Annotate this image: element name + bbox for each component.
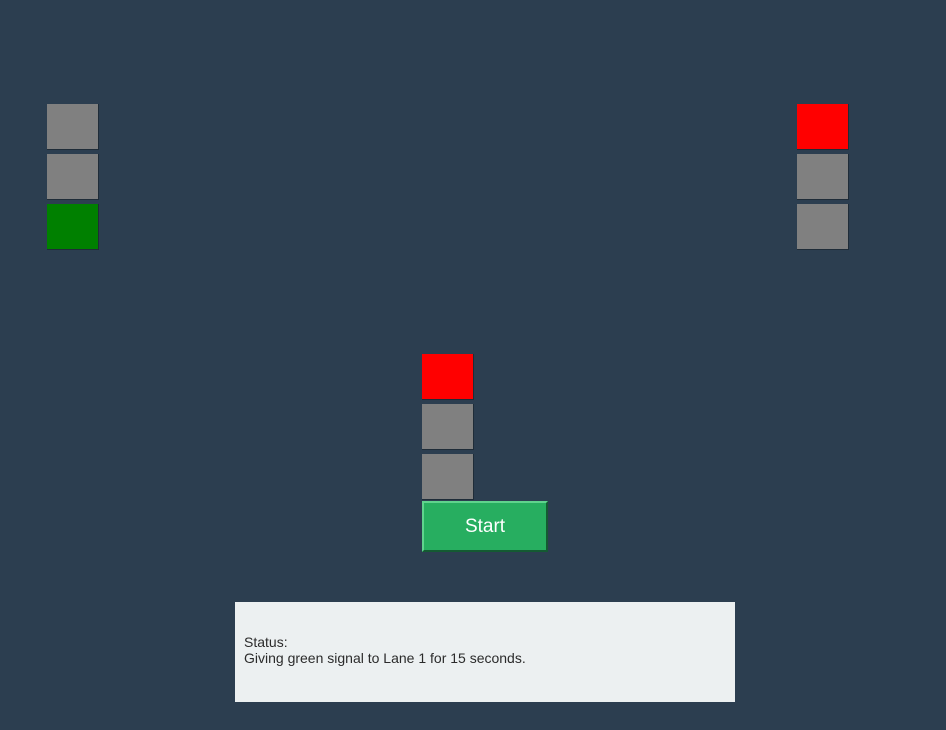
signal-right-top-lamp [797,104,849,150]
signal-center-middle-lamp [422,404,474,450]
start-button[interactable]: Start [422,501,548,552]
signal-right-middle-lamp [797,154,849,200]
traffic-signal-right [797,104,849,250]
status-heading: Status: [244,634,288,650]
signal-center-bottom-lamp [422,454,474,500]
signal-center-top-lamp [422,354,474,400]
status-message: Giving green signal to Lane 1 for 15 sec… [244,650,526,666]
signal-right-bottom-lamp [797,204,849,250]
signal-left-middle-lamp [47,154,99,200]
traffic-signal-center [422,354,474,500]
status-panel: Status: Giving green signal to Lane 1 fo… [235,602,735,702]
signal-left-bottom-lamp [47,204,99,250]
traffic-simulator-window: Start Status: Giving green signal to Lan… [0,0,946,730]
traffic-signal-left [47,104,99,250]
signal-left-top-lamp [47,104,99,150]
